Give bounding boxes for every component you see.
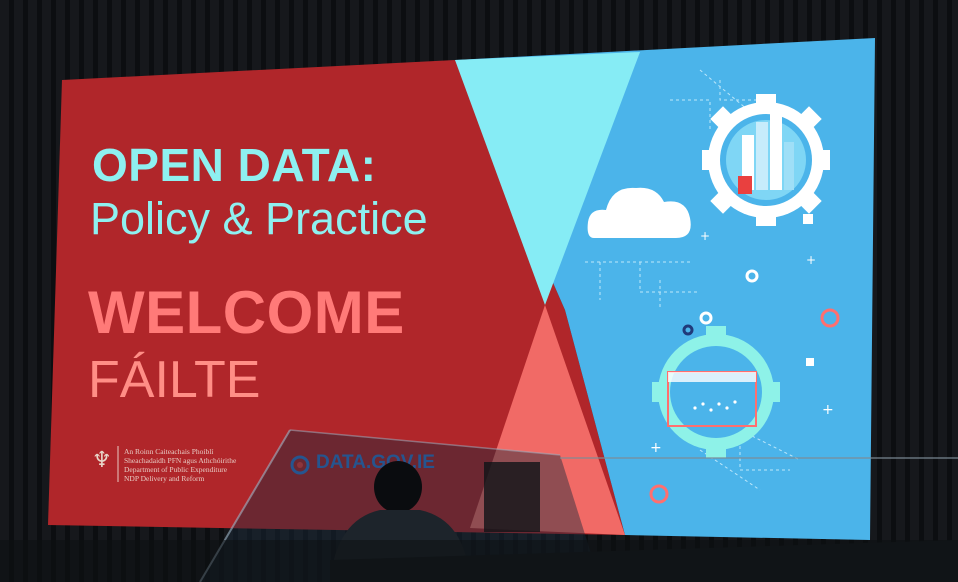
site-url: DATA.GOV.IE xyxy=(316,452,435,473)
svg-text:+: + xyxy=(700,229,710,243)
svg-text:+: + xyxy=(650,440,662,456)
harp-icon: ♆ xyxy=(92,448,112,473)
welcome-irish: FÁILTE xyxy=(88,351,261,409)
dept-line: Sheachadaidh PFN agus Athchóirithe xyxy=(124,456,237,465)
welcome-english: WELCOME xyxy=(88,279,405,346)
svg-text:+: + xyxy=(806,253,816,267)
gear-chart-icon xyxy=(702,94,830,226)
dept-line: Department of Public Expenditure xyxy=(124,465,228,474)
heading-line1: OPEN DATA: xyxy=(92,139,377,191)
dept-line: An Roinn Caiteachais Phoiblí xyxy=(124,447,214,456)
dept-line: NDP Delivery and Reform xyxy=(124,474,205,483)
svg-text:+: + xyxy=(822,402,834,418)
heading-line2: Policy & Practice xyxy=(90,193,428,244)
department-name: An Roinn Caiteachais Phoiblí Sheachadaid… xyxy=(124,447,236,483)
